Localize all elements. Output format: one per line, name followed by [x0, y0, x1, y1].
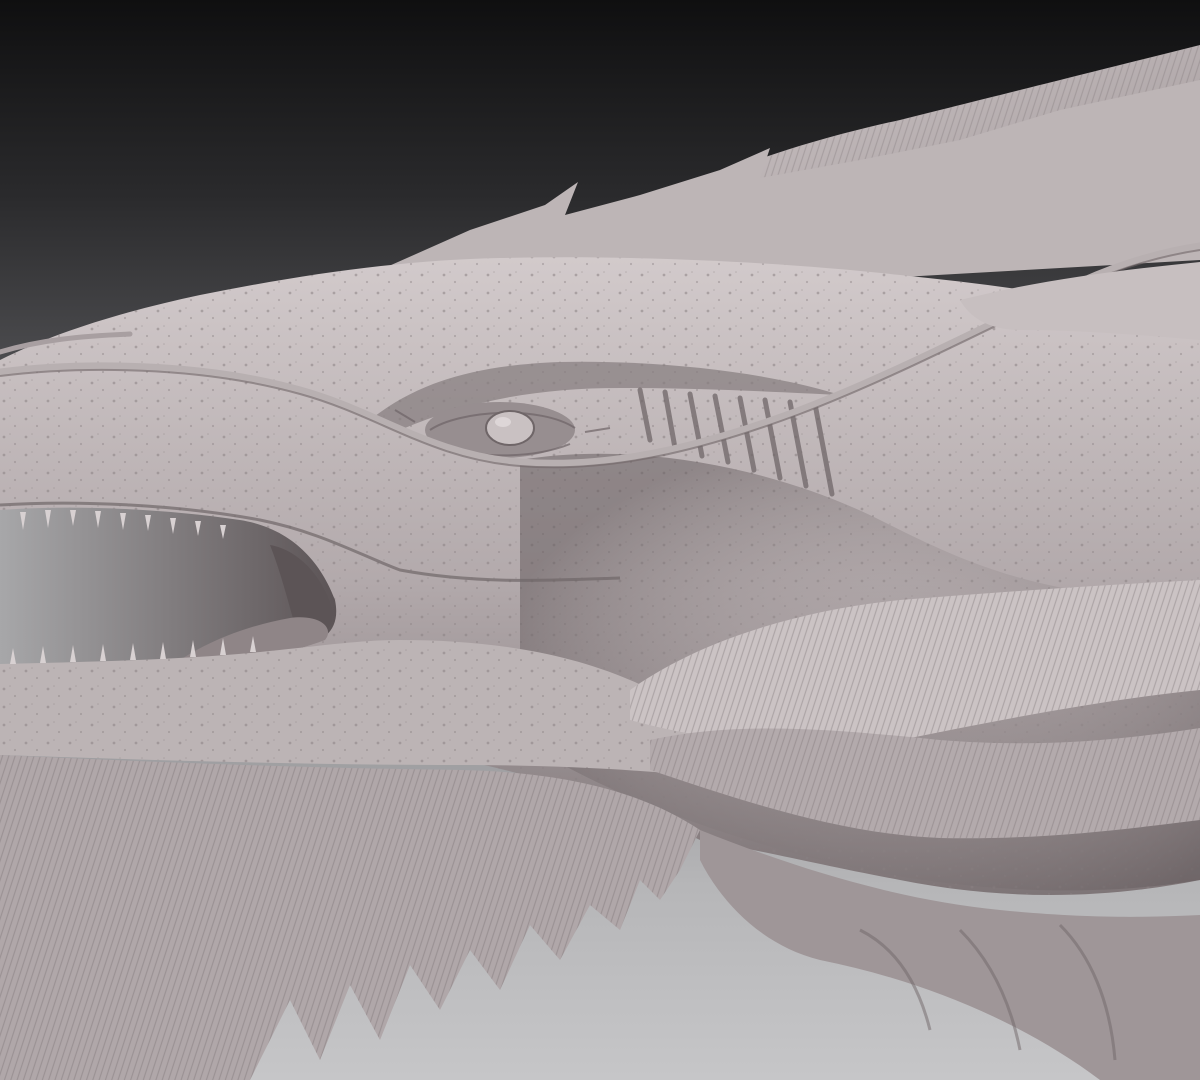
dragon-sculpt-render	[0, 0, 1200, 1080]
eye-highlight	[495, 417, 511, 427]
eye	[485, 410, 535, 446]
throat-beard-fur-fibers	[0, 755, 700, 1080]
dragon-illustration	[0, 45, 1200, 1080]
